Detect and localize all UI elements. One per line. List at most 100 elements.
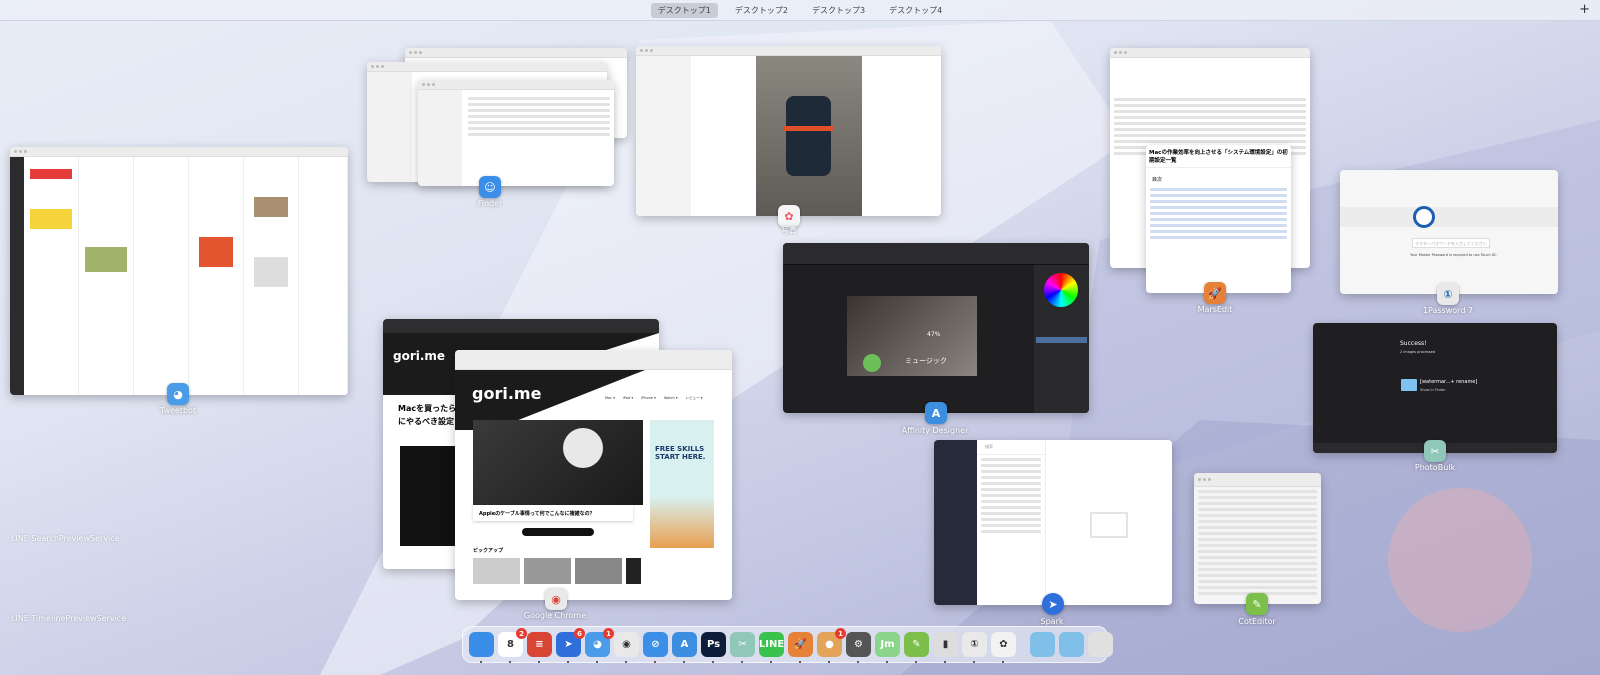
- dock-todoist[interactable]: ≡: [527, 632, 552, 663]
- featured-article-title[interactable]: Appleのケーブル事情って何でこんなに複雑なの？: [473, 505, 633, 521]
- space-desktop-2[interactable]: デスクトップ2: [728, 3, 795, 18]
- cookie-icon: ●: [825, 639, 834, 650]
- master-password-input[interactable]: マスターパスワードを入力してください: [1412, 238, 1490, 248]
- nav-mac[interactable]: Mac ▾: [605, 396, 615, 401]
- nav-ipad[interactable]: iPad ▾: [623, 396, 633, 401]
- hidden-app-line-search[interactable]: LINE SearchPreviewService: [11, 534, 120, 543]
- dock-marsedit[interactable]: 🚀: [788, 632, 813, 663]
- touch-id-hint: Your Master Password is required to use …: [1410, 253, 1497, 257]
- dock-tweetbot[interactable]: ◕ 1: [585, 628, 614, 663]
- photobulk-app-icon: ✂: [1424, 440, 1446, 462]
- dock-1password[interactable]: ①: [962, 632, 987, 663]
- processed-text: 2 images processed: [1400, 350, 1436, 354]
- dock-jump-desktop[interactable]: Jm: [875, 632, 900, 663]
- photos-window[interactable]: [636, 46, 941, 216]
- dock-istat[interactable]: ▮: [933, 632, 958, 663]
- dock-downloads-folder[interactable]: [1059, 632, 1084, 657]
- running-indicator: [973, 661, 975, 663]
- running-indicator: [741, 661, 743, 663]
- dock-affinity-designer[interactable]: A: [672, 632, 697, 663]
- running-indicator: [828, 661, 830, 663]
- success-title: Success!: [1400, 340, 1427, 347]
- canvas-text: ミュージック: [905, 357, 947, 365]
- envelope-icon: [1090, 512, 1128, 538]
- dock-coteditor[interactable]: ✎: [904, 632, 929, 663]
- todoist-icon: ≡: [535, 639, 544, 650]
- spark-search[interactable]: 検索: [977, 440, 1045, 455]
- space-desktop-3[interactable]: デスクトップ3: [805, 3, 872, 18]
- 1password-label: 1Password 7: [1422, 306, 1474, 315]
- affinity-designer-label: Affinity Designer: [901, 426, 969, 435]
- dock-finder[interactable]: [469, 632, 494, 663]
- running-indicator: [886, 661, 888, 663]
- affinity-designer-window[interactable]: ミュージック 47%: [783, 243, 1089, 413]
- space-desktop-1[interactable]: デスクトップ1: [650, 2, 718, 18]
- dock-chrome[interactable]: ◉: [614, 632, 639, 663]
- istat-icon: ▮: [942, 639, 949, 650]
- spark-window[interactable]: 検索: [934, 440, 1172, 605]
- running-indicator: [1002, 661, 1004, 663]
- dock-safari[interactable]: ⊘: [643, 632, 668, 663]
- folder-name: [watermar...+ rename]: [1420, 379, 1478, 385]
- dock-photobulk[interactable]: ✂: [730, 632, 755, 663]
- dock-documents-folder[interactable]: [1030, 632, 1055, 657]
- photos-icon: ✿: [999, 639, 1008, 650]
- photos-label: 写真: [781, 226, 797, 235]
- nav-iphone[interactable]: iPhone ▾: [641, 396, 656, 401]
- running-indicator: [567, 661, 569, 663]
- running-indicator: [712, 661, 714, 663]
- running-indicator: [480, 661, 482, 663]
- spark-icon: ➤: [564, 639, 573, 650]
- coteditor-app-icon: ✎: [1246, 593, 1268, 615]
- tweetbot-icon: ◕: [593, 639, 602, 650]
- jump-desktop-icon: Jm: [880, 639, 895, 650]
- dock-cookie[interactable]: ● 1: [817, 628, 846, 663]
- coteditor-window[interactable]: [1194, 473, 1321, 604]
- notification-badge: 6: [574, 628, 585, 639]
- site-logo[interactable]: gori.me: [472, 384, 541, 403]
- tweetbot-label: Tweetbot: [159, 406, 197, 415]
- running-indicator: [857, 661, 859, 663]
- running-indicator: [915, 661, 917, 663]
- 1password-icon: ①: [970, 639, 979, 650]
- chrome-window[interactable]: gori.me Mac ▾ iPad ▾ iPhone ▾ Watch ▾ レビ…: [455, 350, 732, 600]
- affinity-designer-app-icon: A: [925, 402, 947, 424]
- photobulk-window[interactable]: Success! 2 images processed [watermar...…: [1313, 323, 1557, 453]
- photoshop-icon: Ps: [706, 639, 721, 650]
- space-desktop-4[interactable]: デスクトップ4: [882, 3, 949, 18]
- dock-line[interactable]: LINE: [759, 632, 784, 663]
- finder-label: Finder: [477, 199, 503, 208]
- nav-watch[interactable]: Watch ▾: [664, 396, 678, 401]
- safari-icon: ⊘: [651, 639, 660, 650]
- nav-review[interactable]: レビュー ▾: [686, 396, 703, 401]
- running-indicator: [596, 661, 598, 663]
- pickup-heading: ピックアップ: [473, 548, 504, 554]
- hidden-app-line-timeline[interactable]: LINE TimelinePreviewService: [11, 614, 126, 623]
- 1password-window[interactable]: マスターパスワードを入力してください Your Master Password …: [1340, 170, 1558, 294]
- tweetbot-window[interactable]: [10, 147, 348, 395]
- dock-photos[interactable]: ✿: [991, 632, 1016, 663]
- coteditor-label: CotEditor: [1238, 617, 1276, 626]
- running-indicator: [683, 661, 685, 663]
- running-indicator: [944, 661, 946, 663]
- dock-calendar[interactable]: 82: [498, 628, 527, 663]
- photobulk-label: PhotoBulk: [1414, 463, 1456, 472]
- add-space-button[interactable]: +: [1579, 2, 1590, 17]
- running-indicator: [799, 661, 801, 663]
- ad-banner[interactable]: FREE SKILLS START HERE.: [650, 420, 714, 548]
- dock-photoshop[interactable]: Ps: [701, 632, 726, 663]
- affinity-designer-icon: A: [680, 639, 689, 650]
- running-indicator: [654, 661, 656, 663]
- site-logo-back: gori.me: [393, 349, 446, 363]
- chrome-icon: ◉: [622, 639, 631, 650]
- dock-spark[interactable]: ➤ 6: [556, 628, 585, 663]
- chrome-label: Google Chrome: [523, 611, 587, 620]
- finder-window[interactable]: [418, 80, 614, 186]
- spaces-bar: デスクトップ1 デスクトップ2 デスクトップ3 デスクトップ4 +: [0, 0, 1600, 21]
- show-in-finder-link[interactable]: Show in Finder: [1420, 388, 1446, 392]
- marsedit-window[interactable]: Macの作業効率を向上させる「システム環境設定」の初期設定一覧 目次: [1146, 145, 1291, 293]
- spark-app-icon: ➤: [1042, 593, 1064, 615]
- dock-system-preferences[interactable]: ⚙: [846, 632, 871, 663]
- photos-app-icon: ✿: [778, 205, 800, 227]
- dock-trash[interactable]: [1088, 632, 1113, 657]
